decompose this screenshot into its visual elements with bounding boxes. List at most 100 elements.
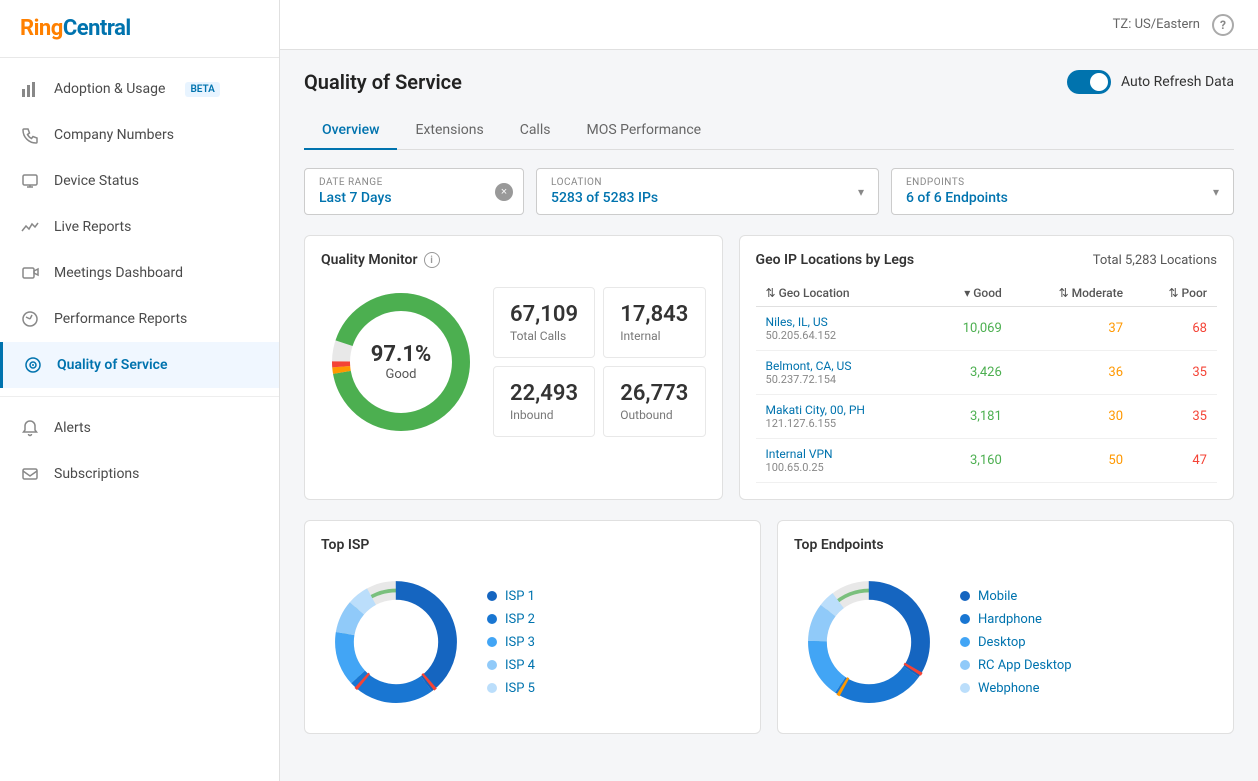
- col-good[interactable]: ▾ Good: [927, 280, 1012, 307]
- top-endpoints-card: Top Endpoints: [777, 520, 1234, 734]
- geo-good-1: 3,426: [927, 351, 1012, 395]
- help-icon[interactable]: ?: [1212, 14, 1234, 36]
- live-icon: [20, 217, 40, 237]
- geo-ip-header: Geo IP Locations by Legs Total 5,283 Loc…: [756, 252, 1217, 268]
- sidebar-item-subscriptions-label: Subscriptions: [54, 466, 139, 482]
- legend-isp-3[interactable]: ISP 3: [487, 635, 535, 650]
- location-filter[interactable]: LOCATION 5283 of 5283 IPs ▾: [536, 168, 879, 215]
- legend-desktop[interactable]: Desktop: [960, 635, 1072, 650]
- top-isp-donut: [321, 567, 471, 717]
- sidebar-item-company-numbers[interactable]: Company Numbers: [0, 112, 279, 158]
- legend-isp-1[interactable]: ISP 1: [487, 589, 535, 604]
- sidebar-item-performance-reports-label: Performance Reports: [54, 311, 187, 327]
- geo-ip-title: Geo IP Locations by Legs: [756, 252, 915, 268]
- location-chevron-icon: ▾: [858, 185, 864, 199]
- timezone-label: TZ: US/Eastern: [1113, 17, 1200, 32]
- sidebar-item-meetings-dashboard-label: Meetings Dashboard: [54, 265, 183, 281]
- logo-text: RingCentral: [20, 16, 259, 41]
- geo-moderate-2: 30: [1012, 395, 1133, 439]
- stat-inbound: 22,493 Inbound: [493, 366, 595, 437]
- top-isp-legend: ISP 1 ISP 2 ISP 3 ISP 4: [487, 589, 535, 696]
- quality-monitor-card: Quality Monitor i: [304, 235, 723, 500]
- endpoints-value: 6 of 6 Endpoints: [906, 190, 1205, 206]
- stat-internal-value: 17,843: [620, 302, 688, 327]
- location-filter-content: LOCATION 5283 of 5283 IPs: [551, 177, 850, 206]
- sidebar-nav: Adoption & Usage BETA Company Numbers De…: [0, 58, 279, 781]
- tab-overview[interactable]: Overview: [304, 112, 397, 150]
- sidebar-item-quality-of-service[interactable]: Quality of Service: [0, 342, 279, 388]
- stat-outbound-value: 26,773: [620, 381, 688, 406]
- auto-refresh-label: Auto Refresh Data: [1121, 74, 1234, 90]
- geo-loc-ip-3: 100.65.0.25: [766, 461, 917, 474]
- legend-isp-5-label: ISP 5: [505, 681, 535, 696]
- col-moderate[interactable]: ⇅ Moderate: [1012, 280, 1133, 307]
- legend-isp-1-dot: [487, 591, 497, 601]
- geo-location-2: Makati City, 00, PH 121.127.6.155: [756, 395, 927, 439]
- stat-total-calls-value: 67,109: [510, 302, 578, 327]
- top-endpoints-content: Mobile Hardphone Desktop RC App Des: [794, 567, 1217, 717]
- geo-table-body: Niles, IL, US 50.205.64.152 10,069 37 68…: [756, 307, 1217, 483]
- quality-donut-label: 97.1% Good: [371, 342, 432, 382]
- sidebar-item-adoption[interactable]: Adoption & Usage BETA: [0, 66, 279, 112]
- legend-rc-app-desktop[interactable]: RC App Desktop: [960, 658, 1072, 673]
- endpoints-filter[interactable]: ENDPOINTS 6 of 6 Endpoints ▾: [891, 168, 1234, 215]
- phone-icon: [20, 125, 40, 145]
- legend-hardphone-label: Hardphone: [978, 612, 1042, 627]
- tab-extensions[interactable]: Extensions: [397, 112, 501, 150]
- geo-moderate-1: 36: [1012, 351, 1133, 395]
- sidebar-item-device-status[interactable]: Device Status: [0, 158, 279, 204]
- sidebar-item-performance-reports[interactable]: Performance Reports: [0, 296, 279, 342]
- legend-isp-3-label: ISP 3: [505, 635, 535, 650]
- legend-isp-4-dot: [487, 660, 497, 670]
- geo-loc-ip-2: 121.127.6.155: [766, 417, 917, 430]
- legend-isp-4[interactable]: ISP 4: [487, 658, 535, 673]
- legend-isp-5[interactable]: ISP 5: [487, 681, 535, 696]
- stat-internal-label: Internal: [620, 329, 688, 343]
- geo-loc-ip-1: 50.237.72.154: [766, 373, 917, 386]
- topbar: TZ: US/Eastern ?: [280, 0, 1258, 50]
- legend-hardphone[interactable]: Hardphone: [960, 612, 1072, 627]
- legend-webphone-dot: [960, 683, 970, 693]
- tab-calls[interactable]: Calls: [502, 112, 569, 150]
- filter-row: DATE RANGE Last 7 Days × LOCATION 5283 o…: [304, 168, 1234, 215]
- col-geo-location[interactable]: ⇅ Geo Location: [756, 280, 927, 307]
- geo-loc-name-3: Internal VPN: [766, 447, 833, 461]
- legend-mobile[interactable]: Mobile: [960, 589, 1072, 604]
- top-isp-title: Top ISP: [321, 537, 744, 553]
- table-row: Niles, IL, US 50.205.64.152 10,069 37 68: [756, 307, 1217, 351]
- toggle-slider: [1067, 70, 1111, 94]
- mail-icon: [20, 464, 40, 484]
- date-range-clear-button[interactable]: ×: [495, 183, 513, 201]
- sidebar-item-live-reports[interactable]: Live Reports: [0, 204, 279, 250]
- legend-mobile-label: Mobile: [978, 589, 1017, 604]
- sidebar-divider: [0, 396, 279, 397]
- top-isp-title-text: Top ISP: [321, 537, 369, 553]
- sidebar-item-subscriptions[interactable]: Subscriptions: [0, 451, 279, 497]
- quality-donut-chart: 97.1% Good: [321, 282, 481, 442]
- legend-isp-2-dot: [487, 614, 497, 624]
- main-area: TZ: US/Eastern ? Quality of Service Auto…: [280, 0, 1258, 781]
- quality-monitor-title-text: Quality Monitor: [321, 252, 418, 268]
- auto-refresh-switch[interactable]: [1067, 70, 1111, 94]
- table-row: Internal VPN 100.65.0.25 3,160 50 47: [756, 439, 1217, 483]
- tab-mos-performance[interactable]: MOS Performance: [568, 112, 719, 150]
- date-range-filter[interactable]: DATE RANGE Last 7 Days ×: [304, 168, 524, 215]
- endpoints-label: ENDPOINTS: [906, 177, 1205, 188]
- page-title: Quality of Service: [304, 70, 462, 94]
- quality-monitor-info-icon[interactable]: i: [424, 252, 440, 268]
- sidebar-item-alerts[interactable]: Alerts: [0, 405, 279, 451]
- content-area: Quality of Service Auto Refresh Data Ove…: [280, 50, 1258, 781]
- chart-icon: [20, 79, 40, 99]
- geo-loc-ip-0: 50.205.64.152: [766, 329, 917, 342]
- sidebar-item-live-reports-label: Live Reports: [54, 219, 131, 235]
- quality-monitor-content: 97.1% Good 67,109 Total Calls 17,843 Int…: [321, 282, 706, 442]
- legend-isp-2[interactable]: ISP 2: [487, 612, 535, 627]
- meetings-icon: [20, 263, 40, 283]
- col-poor[interactable]: ⇅ Poor: [1133, 280, 1217, 307]
- quality-monitor-title: Quality Monitor i: [321, 252, 706, 268]
- legend-isp-3-dot: [487, 637, 497, 647]
- legend-webphone[interactable]: Webphone: [960, 681, 1072, 696]
- stat-inbound-value: 22,493: [510, 381, 578, 406]
- sidebar-item-meetings-dashboard[interactable]: Meetings Dashboard: [0, 250, 279, 296]
- auto-refresh-toggle[interactable]: Auto Refresh Data: [1067, 70, 1234, 94]
